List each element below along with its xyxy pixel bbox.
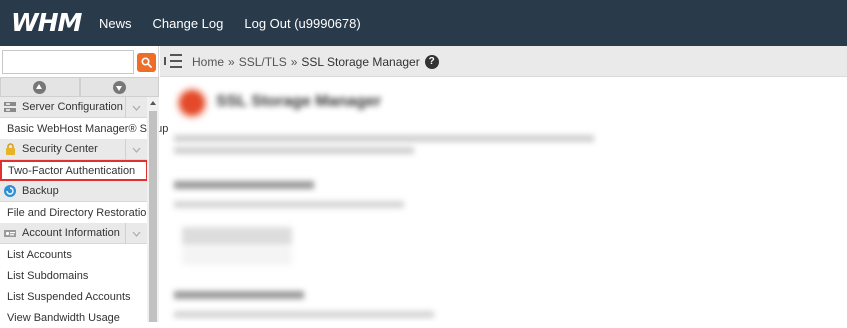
scroll-up-arrow-icon[interactable]	[147, 97, 159, 109]
arrow-up-circle-icon	[33, 80, 47, 94]
sidebar-menu: Server Configuration Basic WebHost Manag…	[0, 97, 168, 328]
account-info-icon	[4, 227, 16, 239]
whm-logo[interactable]: WHM	[11, 8, 82, 38]
server-config-icon	[4, 101, 16, 113]
blurred-page-content: SSL Storage Manager	[160, 77, 847, 322]
page-title: SSL Storage Manager	[216, 93, 382, 110]
breadcrumb-home[interactable]: Home	[192, 55, 224, 69]
top-nav: News Change Log Log Out (u9990678)	[99, 0, 382, 46]
top-bar: WHM News Change Log Log Out (u9990678)	[0, 0, 847, 46]
collapse-all-button[interactable]	[0, 77, 80, 97]
category-label: Account Information	[22, 227, 120, 239]
news-link[interactable]: News	[99, 16, 132, 31]
breadcrumb-separator: »	[228, 54, 235, 69]
category-security-center[interactable]: Security Center	[0, 139, 147, 160]
expand-all-button[interactable]	[79, 77, 159, 97]
breadcrumb-bar: Home » SSL/TLS » SSL Storage Manager ?	[160, 46, 847, 77]
sidebar-scrollbar[interactable]	[147, 97, 159, 322]
search-button[interactable]	[137, 53, 156, 72]
chevron-down-icon[interactable]	[125, 223, 147, 244]
menu-item-list-subdomains[interactable]: List Subdomains	[0, 265, 147, 286]
breadcrumb: Home » SSL/TLS » SSL Storage Manager ?	[192, 46, 439, 77]
category-server-configuration[interactable]: Server Configuration	[0, 97, 147, 118]
main-content: SSL Storage Manager	[160, 77, 847, 322]
collapse-controls	[0, 77, 159, 97]
logout-link[interactable]: Log Out (u9990678)	[244, 16, 360, 31]
chevron-down-icon[interactable]	[125, 97, 147, 118]
arrow-down-circle-icon	[112, 80, 126, 94]
search-icon	[141, 57, 152, 68]
sidebar: Server Configuration Basic WebHost Manag…	[0, 46, 168, 324]
category-account-information[interactable]: Account Information	[0, 223, 147, 244]
breadcrumb-current: SSL Storage Manager	[301, 54, 420, 69]
ssl-logo-icon	[176, 87, 208, 119]
chevron-down-icon[interactable]	[125, 139, 147, 160]
menu-item-list-accounts[interactable]: List Accounts	[0, 244, 147, 265]
scroll-thumb[interactable]	[149, 111, 157, 322]
lock-icon	[4, 143, 16, 155]
menu-item-basic-setup[interactable]: Basic WebHost Manager® Setup	[0, 118, 168, 139]
help-icon[interactable]: ?	[424, 54, 439, 69]
category-label: Backup	[22, 185, 59, 197]
breadcrumb-ssl-tls[interactable]: SSL/TLS	[239, 55, 287, 69]
category-backup[interactable]: Backup	[0, 181, 147, 202]
category-label: Server Configuration	[22, 101, 123, 113]
blurred-table	[182, 227, 292, 265]
breadcrumb-separator: »	[290, 54, 298, 69]
menu-toggle-icon[interactable]	[164, 54, 182, 68]
category-label: Security Center	[22, 143, 98, 155]
menu-item-list-suspended[interactable]: List Suspended Accounts	[0, 286, 147, 307]
change-log-link[interactable]: Change Log	[153, 16, 224, 31]
sidebar-search	[2, 50, 157, 74]
menu-item-two-factor-auth[interactable]: Two-Factor Authentication	[0, 160, 148, 181]
backup-icon	[4, 185, 16, 197]
menu-item-file-restoration[interactable]: File and Directory Restoration	[0, 202, 153, 223]
search-input[interactable]	[2, 50, 134, 74]
menu-item-bandwidth[interactable]: View Bandwidth Usage	[0, 307, 147, 328]
